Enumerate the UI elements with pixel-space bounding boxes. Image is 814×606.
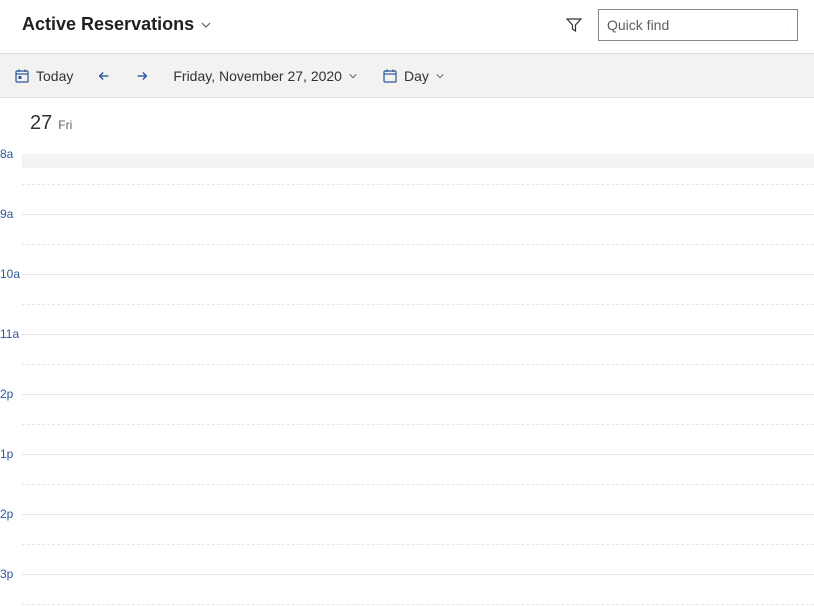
today-label: Today [36, 68, 73, 84]
arrow-left-icon [97, 69, 111, 83]
day-name: Fri [58, 118, 72, 132]
arrow-right-icon [135, 69, 149, 83]
time-row[interactable]: 11a [0, 334, 814, 394]
current-date-label: Friday, November 27, 2020 [173, 68, 342, 84]
header-actions [562, 9, 798, 41]
hour-label: 8a [0, 147, 22, 161]
half-hour-line [22, 364, 814, 365]
chevron-down-icon [435, 71, 445, 81]
chevron-down-icon [348, 71, 358, 81]
time-row[interactable]: 8a [0, 154, 814, 214]
prev-button[interactable] [87, 54, 121, 97]
view-title-dropdown[interactable]: Active Reservations [22, 14, 212, 35]
day-number: 27 [30, 112, 52, 135]
next-button[interactable] [125, 54, 159, 97]
half-hour-line [22, 484, 814, 485]
hour-label: 2p [0, 507, 22, 521]
hour-label: 10a [0, 267, 22, 281]
half-hour-line [22, 184, 814, 185]
hour-line [22, 214, 814, 215]
view-mode-picker[interactable]: Day [372, 54, 455, 97]
row-highlight [22, 154, 814, 168]
calendar-body: 27 Fri 8a9a10a11a2p1p2p3p [0, 98, 814, 606]
hour-line [22, 574, 814, 575]
time-row[interactable]: 1p [0, 454, 814, 514]
hour-label: 3p [0, 567, 22, 581]
date-picker[interactable]: Friday, November 27, 2020 [163, 54, 368, 97]
time-row[interactable]: 2p [0, 514, 814, 574]
hour-label: 2p [0, 387, 22, 401]
hour-line [22, 514, 814, 515]
filter-icon [566, 17, 582, 33]
today-button[interactable]: Today [4, 54, 83, 97]
search-input[interactable] [607, 17, 788, 33]
filter-button[interactable] [562, 13, 586, 37]
half-hour-line [22, 244, 814, 245]
view-mode-label: Day [404, 68, 429, 84]
view-title: Active Reservations [22, 14, 194, 35]
search-icon [788, 18, 789, 32]
page-header: Active Reservations [0, 0, 814, 54]
time-row[interactable]: 9a [0, 214, 814, 274]
time-row[interactable]: 2p [0, 394, 814, 454]
hour-line [22, 274, 814, 275]
time-row[interactable]: 10a [0, 274, 814, 334]
hour-label: 1p [0, 447, 22, 461]
day-header: 27 Fri [0, 98, 814, 154]
time-grid[interactable]: 8a9a10a11a2p1p2p3p [0, 154, 814, 606]
hour-line [22, 454, 814, 455]
hour-label: 9a [0, 207, 22, 221]
search-box[interactable] [598, 9, 798, 41]
hour-line [22, 394, 814, 395]
chevron-down-icon [200, 19, 212, 31]
calendar-today-icon [14, 68, 30, 84]
calendar-toolbar: Today Friday, November 27, 2020 Day [0, 54, 814, 98]
calendar-icon [382, 68, 398, 84]
time-row[interactable]: 3p [0, 574, 814, 606]
half-hour-line [22, 604, 814, 605]
hour-label: 11a [0, 327, 22, 341]
half-hour-line [22, 424, 814, 425]
hour-line [22, 334, 814, 335]
half-hour-line [22, 304, 814, 305]
half-hour-line [22, 544, 814, 545]
